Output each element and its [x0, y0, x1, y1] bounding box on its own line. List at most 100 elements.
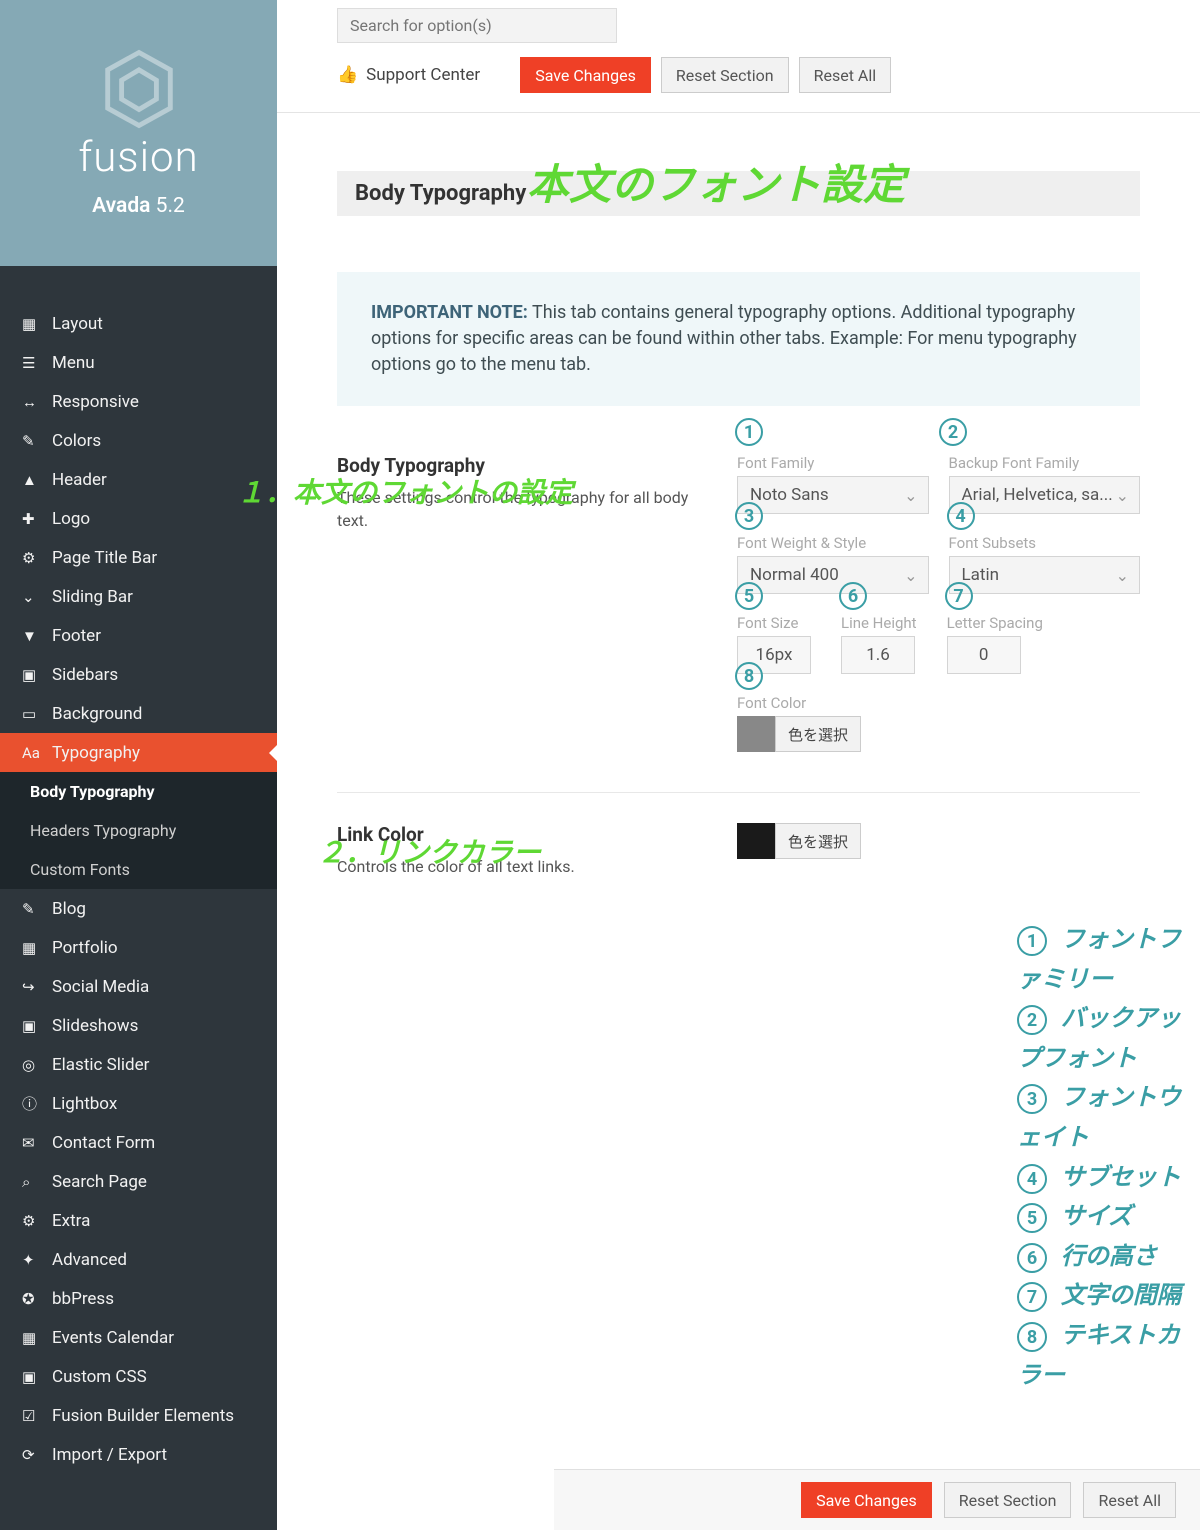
font-subsets-select[interactable]: Latin: [949, 556, 1141, 594]
builder-icon: ☑: [22, 1407, 52, 1425]
elastic-icon: ◎: [22, 1056, 52, 1074]
page-title-icon: ⚙: [22, 549, 52, 567]
sidebar-item-colors[interactable]: ✎Colors: [0, 421, 277, 460]
sidebars-icon: ▣: [22, 666, 52, 684]
lightbox-icon: ⓘ: [22, 1093, 52, 1114]
annotation-circle-1: 1: [735, 418, 763, 446]
sidebar-header: fusion Avada 5.2: [0, 0, 277, 266]
link-color-swatch[interactable]: [737, 823, 775, 859]
sidebar-item-page-title-bar[interactable]: ⚙Page Title Bar: [0, 538, 277, 577]
sidebar-item-slideshows[interactable]: ▣Slideshows: [0, 1006, 277, 1045]
layout-icon: ▦: [22, 315, 52, 333]
import-export-icon: ⟳: [22, 1446, 52, 1464]
colors-icon: ✎: [22, 432, 52, 450]
brand-version: Avada 5.2: [92, 194, 185, 218]
bottom-reset-all-button[interactable]: Reset All: [1083, 1482, 1176, 1518]
sub-item-custom-fonts[interactable]: Custom Fonts: [0, 850, 277, 889]
header-icon: ▲: [22, 471, 52, 489]
sidebar-item-background[interactable]: ▭Background: [0, 694, 277, 733]
sidebar-item-logo[interactable]: ✚Logo: [0, 499, 277, 538]
backup-font-family-select[interactable]: Arial, Helvetica, sa...: [949, 476, 1141, 514]
sidebar-item-bbpress[interactable]: ✪bbPress: [0, 1279, 277, 1318]
sidebar-item-typography[interactable]: AaTypography: [0, 733, 277, 772]
bottom-reset-section-button[interactable]: Reset Section: [944, 1482, 1072, 1518]
font-family-select[interactable]: Noto Sans: [737, 476, 929, 514]
sidebar-item-menu[interactable]: ☰Menu: [0, 343, 277, 382]
sidebar-item-events-calendar[interactable]: ▦Events Calendar: [0, 1318, 277, 1357]
sidebar-item-import-export[interactable]: ⟳Import / Export: [0, 1435, 277, 1474]
section-title: Body Typography: [355, 181, 1122, 206]
link-color-row: Link Color Controls the color of all tex…: [337, 823, 1140, 918]
sidebar-item-search-page[interactable]: ⌕Search Page: [0, 1162, 277, 1201]
sidebar-item-contact-form[interactable]: ✉Contact Form: [0, 1123, 277, 1162]
sidebar-item-sidebars[interactable]: ▣Sidebars: [0, 655, 277, 694]
social-icon: ↪: [22, 978, 52, 996]
search-icon: ⌕: [22, 1173, 52, 1191]
search-input[interactable]: [337, 8, 617, 43]
sidebar-item-layout[interactable]: ▦Layout: [0, 304, 277, 343]
sidebar-item-footer[interactable]: ▼Footer: [0, 616, 277, 655]
sidebar-item-lightbox[interactable]: ⓘLightbox: [0, 1084, 277, 1123]
support-center-link[interactable]: 👍Support Center: [337, 65, 480, 85]
sidebar-item-custom-css[interactable]: ▣Custom CSS: [0, 1357, 277, 1396]
important-note-box: IMPORTANT NOTE: This tab contains genera…: [337, 272, 1140, 406]
topbar: 👍Support Center Save Changes Reset Secti…: [277, 0, 1200, 113]
responsive-icon: ↔: [22, 393, 52, 411]
link-color-button[interactable]: 色を選択: [775, 823, 861, 859]
link-color-desc: Controls the color of all text links.: [337, 856, 707, 878]
sidebar-item-fusion-builder[interactable]: ☑Fusion Builder Elements: [0, 1396, 277, 1435]
reset-all-button[interactable]: Reset All: [799, 57, 892, 93]
body-typography-desc: These settings control the typography fo…: [337, 487, 707, 532]
backup-font-family-label: Backup Font Family: [949, 454, 1141, 472]
section-title-bar: Body Typography: [337, 171, 1140, 216]
sidebar-item-portfolio[interactable]: ▦Portfolio: [0, 928, 277, 967]
typography-submenu: Body Typography Headers Typography Custo…: [0, 772, 277, 889]
main-content: 👍Support Center Save Changes Reset Secti…: [277, 0, 1200, 1530]
font-subsets-label: Font Subsets: [949, 534, 1141, 552]
reset-section-button[interactable]: Reset Section: [661, 57, 789, 93]
menu-icon: ☰: [22, 354, 52, 372]
sidebar-item-header[interactable]: ▲Header: [0, 460, 277, 499]
bottom-bar: Save Changes Reset Section Reset All: [554, 1469, 1200, 1530]
advanced-icon: ✦: [22, 1251, 52, 1269]
bbpress-icon: ✪: [22, 1290, 52, 1308]
thumbs-up-icon: 👍: [337, 65, 358, 85]
sub-item-body-typography[interactable]: Body Typography: [0, 772, 277, 811]
contact-icon: ✉: [22, 1134, 52, 1152]
portfolio-icon: ▦: [22, 939, 52, 957]
sidebar-item-elastic-slider[interactable]: ◎Elastic Slider: [0, 1045, 277, 1084]
extra-icon: ⚙: [22, 1212, 52, 1230]
line-height-input[interactable]: [841, 636, 915, 674]
sidebar-item-social-media[interactable]: ↪Social Media: [0, 967, 277, 1006]
slideshows-icon: ▣: [22, 1017, 52, 1035]
sidebar-item-responsive[interactable]: ↔Responsive: [0, 382, 277, 421]
sub-item-headers-typography[interactable]: Headers Typography: [0, 811, 277, 850]
save-changes-button[interactable]: Save Changes: [520, 57, 651, 93]
logo-icon: [104, 49, 174, 129]
typography-icon: Aa: [22, 744, 52, 762]
sidebar-item-blog[interactable]: ✎Blog: [0, 889, 277, 928]
letter-spacing-label: Letter Spacing: [947, 614, 1043, 632]
annotation-legend: 1 フォントファミリー 2 バックアップフォント 3 フォントウェイト 4 サブ…: [1017, 920, 1200, 1395]
body-typography-row: Body Typography These settings control t…: [337, 454, 1140, 793]
font-size-input[interactable]: [737, 636, 811, 674]
calendar-icon: ▦: [22, 1329, 52, 1347]
font-size-label: Font Size: [737, 614, 811, 632]
body-typography-heading: Body Typography: [337, 454, 707, 477]
sidebar-item-sliding-bar[interactable]: ⌄Sliding Bar: [0, 577, 277, 616]
logo-nav-icon: ✚: [22, 510, 52, 528]
font-weight-label: Font Weight & Style: [737, 534, 929, 552]
sidebar-item-advanced[interactable]: ✦Advanced: [0, 1240, 277, 1279]
sidebar: fusion Avada 5.2 ▦Layout ☰Menu ↔Responsi…: [0, 0, 277, 1530]
sidebar-item-extra[interactable]: ⚙Extra: [0, 1201, 277, 1240]
bottom-save-button[interactable]: Save Changes: [801, 1482, 932, 1518]
background-icon: ▭: [22, 705, 52, 723]
letter-spacing-input[interactable]: [947, 636, 1021, 674]
font-family-label: Font Family: [737, 454, 929, 472]
font-color-swatch[interactable]: [737, 716, 775, 752]
footer-icon: ▼: [22, 627, 52, 645]
font-weight-select[interactable]: Normal 400: [737, 556, 929, 594]
font-color-button[interactable]: 色を選択: [775, 716, 861, 752]
blog-icon: ✎: [22, 900, 52, 918]
important-note-label: IMPORTANT NOTE:: [371, 302, 528, 323]
